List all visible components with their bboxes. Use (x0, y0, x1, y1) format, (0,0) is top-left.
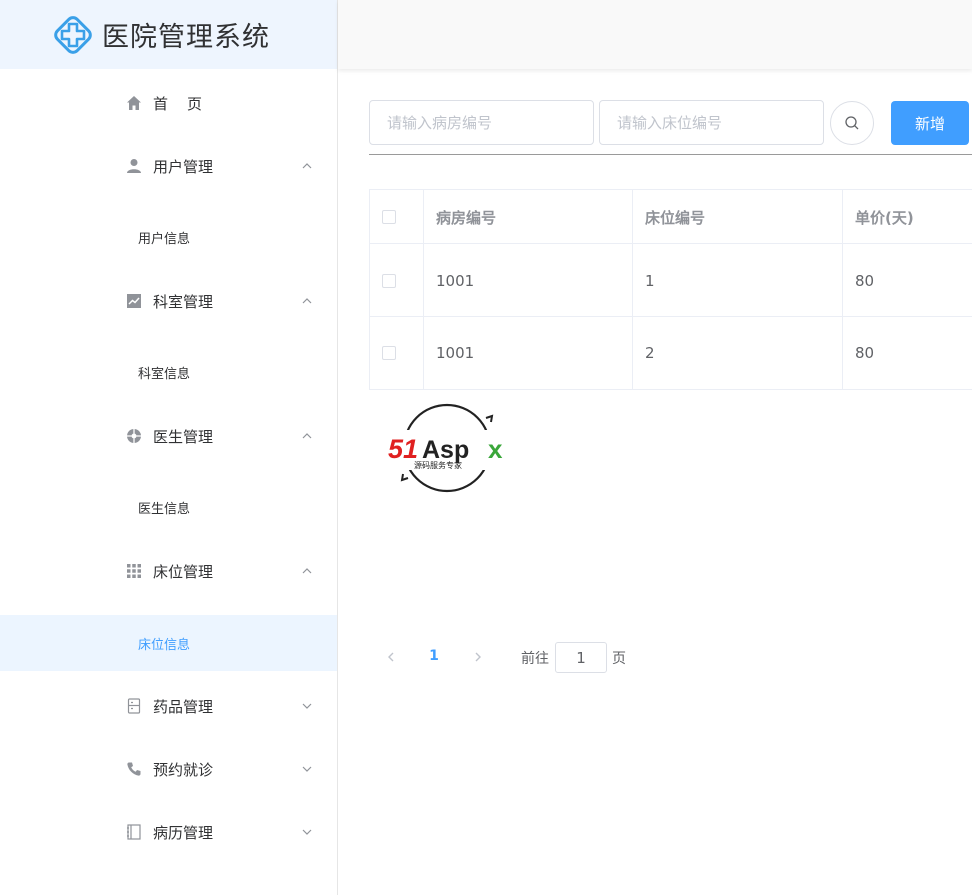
cell-ward-number: 1001 (423, 317, 633, 389)
menu-label-home: 首 页 (153, 94, 205, 113)
menu-item-medical-record[interactable]: 病历管理 (0, 804, 337, 860)
home-icon (125, 94, 143, 112)
table-row: 1001 2 80 (369, 316, 972, 389)
sidebar: 医院管理系统 首 页 用户管理 用户信息 科室管理 科室信息 医生管理 医生信息… (0, 0, 338, 895)
menu-label-user-management: 用户管理 (153, 157, 214, 176)
table-header-row: 病房编号 床位编号 单价(天) (369, 189, 972, 244)
logo-area: 医院管理系统 (0, 0, 337, 69)
row-checkbox[interactable] (382, 346, 396, 360)
menu-label-bed-management: 床位管理 (153, 562, 214, 581)
chevron-up-icon (302, 298, 312, 304)
watermark-brand-51: 51 (388, 434, 418, 464)
submenu-label-bed-info: 床位信息 (138, 637, 191, 653)
menu-label-medicine-management: 药品管理 (153, 697, 214, 716)
menu-item-medicine-management[interactable]: 药品管理 (0, 678, 337, 734)
watermark-brand-x: x (488, 434, 503, 464)
page-number-1[interactable]: 1 (426, 648, 442, 664)
cell-price: 80 (842, 317, 972, 389)
header-ward-number[interactable]: 病房编号 (423, 190, 633, 244)
add-button[interactable]: 新增 (891, 101, 969, 145)
row-checkbox[interactable] (382, 273, 396, 288)
chevron-down-icon (302, 829, 312, 835)
submenu-label-department-info: 科室信息 (138, 366, 191, 382)
row-select-cell (369, 317, 424, 389)
header-price-per-day[interactable]: 单价(天) (842, 190, 972, 244)
watermark-tagline: 源码服务专家 (414, 460, 462, 470)
page-suffix-label: 页 (612, 651, 626, 667)
select-all-checkbox[interactable] (382, 210, 396, 224)
notebook-icon (125, 823, 143, 841)
prev-page-button[interactable] (383, 648, 399, 666)
chevron-up-icon (302, 568, 312, 574)
header-bed-number[interactable]: 床位编号 (632, 190, 842, 244)
cell-bed-number: 2 (632, 317, 842, 389)
submenu-item-department-info[interactable]: 科室信息 (0, 344, 337, 400)
ward-number-input[interactable] (369, 100, 594, 145)
menu-label-appointment: 预约就诊 (153, 760, 214, 779)
menu-label-doctor-management: 医生管理 (153, 427, 214, 446)
hospital-cross-icon (54, 15, 92, 54)
select-all-cell (369, 190, 424, 244)
toolbar-divider (369, 154, 972, 155)
cell-price: 80 (842, 244, 972, 317)
row-select-cell (369, 244, 424, 317)
chevron-left-icon (388, 652, 394, 662)
next-page-button[interactable] (470, 648, 486, 666)
menu-item-home[interactable]: 首 页 (0, 75, 337, 131)
menu-item-department-management[interactable]: 科室管理 (0, 273, 337, 329)
submenu-label-user-info: 用户信息 (138, 231, 191, 247)
chevron-up-icon (302, 433, 312, 439)
cell-ward-number: 1001 (423, 244, 633, 317)
grid-icon (125, 562, 143, 580)
search-icon (845, 116, 859, 130)
user-icon (125, 157, 143, 175)
table-bottom-border (369, 389, 972, 390)
table-row: 1001 1 80 (369, 243, 972, 317)
goto-page-input[interactable] (555, 642, 607, 673)
chevron-right-icon (475, 652, 481, 662)
menu-item-user-management[interactable]: 用户管理 (0, 138, 337, 194)
watermark-logo: 51 Asp x 源码服务专家 (386, 403, 512, 493)
submenu-item-doctor-info[interactable]: 医生信息 (0, 479, 337, 535)
menu-item-appointment[interactable]: 预约就诊 (0, 741, 337, 797)
top-header-bar (338, 0, 972, 69)
chevron-down-icon (302, 703, 312, 709)
search-button[interactable] (830, 101, 874, 145)
menu-label-department-management: 科室管理 (153, 292, 214, 311)
cell-bed-number: 1 (632, 244, 842, 317)
medicine-icon (125, 697, 143, 715)
goto-label: 前往 (521, 651, 549, 667)
menu-item-doctor-management[interactable]: 医生管理 (0, 408, 337, 464)
chevron-down-icon (302, 766, 312, 772)
chart-icon (125, 292, 143, 310)
submenu-item-user-info[interactable]: 用户信息 (0, 209, 337, 265)
phone-icon (125, 760, 143, 778)
app-title: 医院管理系统 (102, 22, 270, 53)
menu-label-medical-record: 病历管理 (153, 823, 214, 842)
chevron-up-icon (302, 163, 312, 169)
watermark-brand-asp: Asp (422, 436, 469, 464)
submenu-label-doctor-info: 医生信息 (138, 501, 191, 517)
bed-number-input[interactable] (599, 100, 824, 145)
doctor-icon (125, 427, 143, 445)
submenu-item-bed-info[interactable]: 床位信息 (0, 615, 337, 671)
menu-item-bed-management[interactable]: 床位管理 (0, 543, 337, 599)
